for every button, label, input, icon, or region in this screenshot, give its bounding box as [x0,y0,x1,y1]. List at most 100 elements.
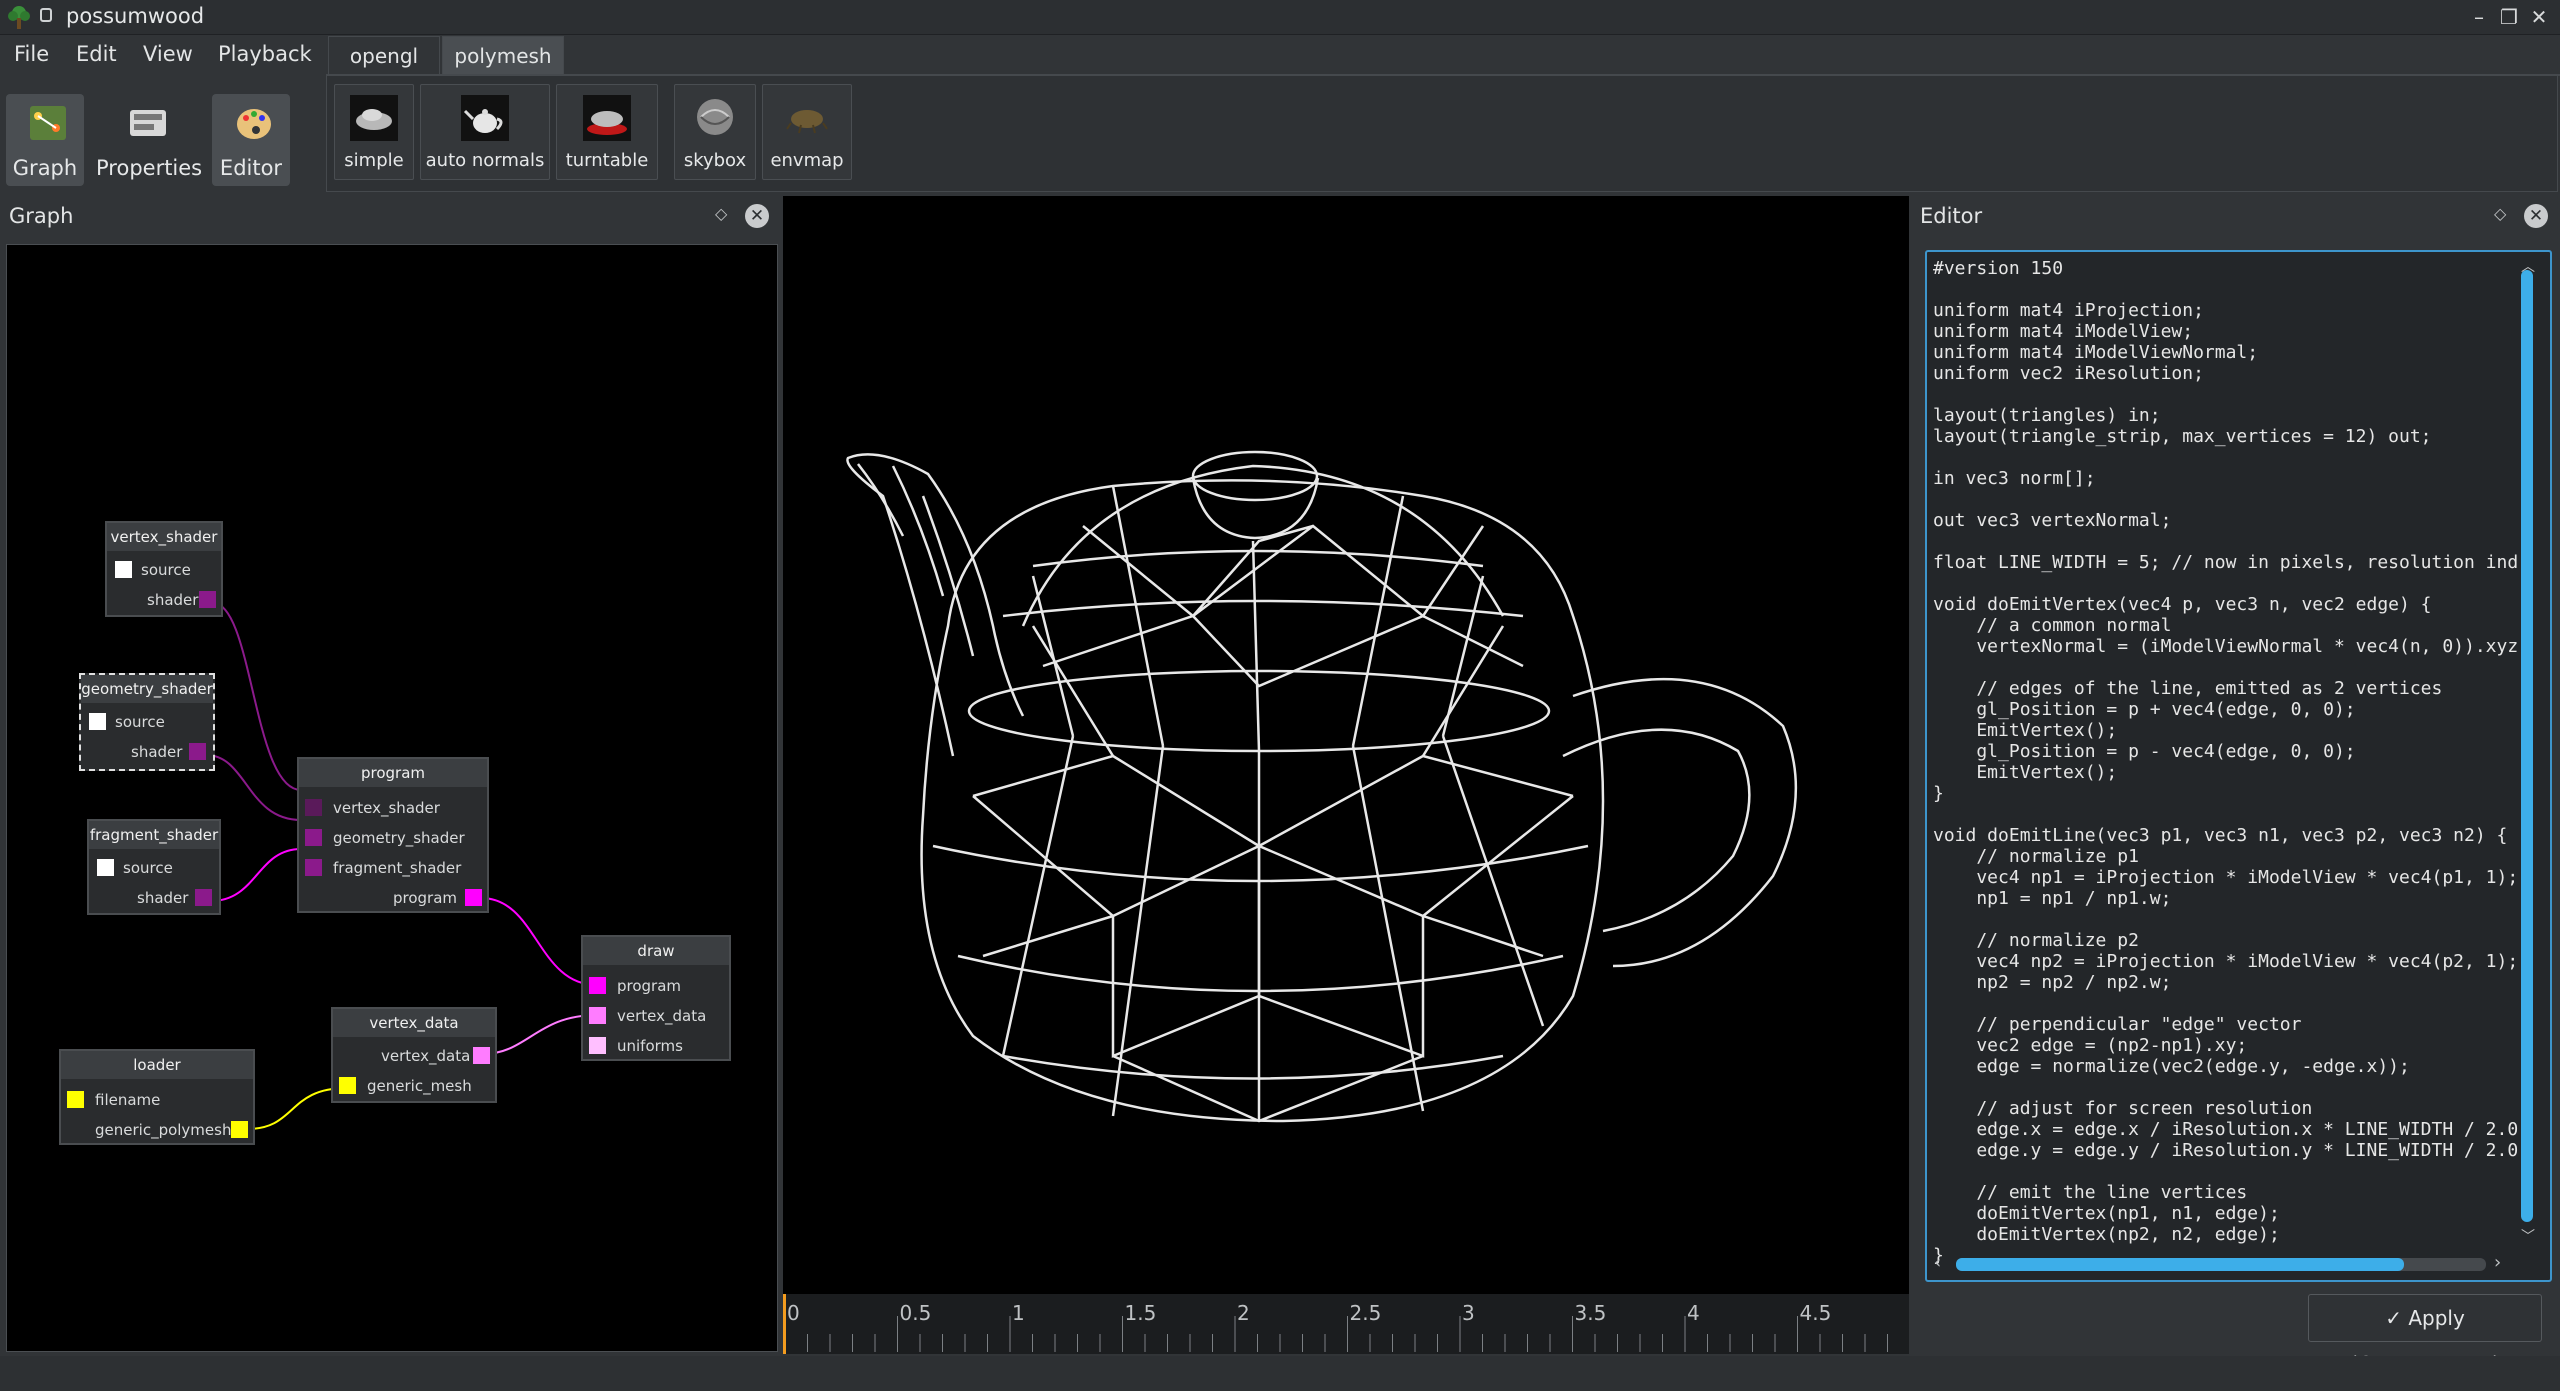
port-label: generic_polymesh [95,1121,232,1139]
program-output-icon[interactable] [465,889,482,906]
shader-code-editor[interactable]: #version 150 uniform mat4 iProjection; u… [1925,250,2552,1282]
loader-node[interactable]: loader filename generic_polymesh [59,1049,255,1145]
menu-playback[interactable]: Playback [218,42,312,66]
source-port-icon[interactable] [115,561,132,578]
port-label: shader [131,743,183,761]
shelf-envmap-button[interactable]: envmap [762,84,852,180]
port-label: vertex_data [617,1007,707,1025]
editor-panel-title: Editor [1920,204,1983,228]
port-label: geometry_shader [333,829,465,847]
timeline-tick-label: 4.5 [1800,1301,1832,1325]
wireframe-teapot-render [846,450,1798,1123]
scroll-down-icon[interactable]: ﹀ [2521,1226,2535,1246]
editor-tool-label: Editor [219,156,283,180]
node-title: program [299,759,487,787]
menu-view[interactable]: View [143,42,193,66]
menu-file[interactable]: File [14,42,49,66]
properties-tool-label: Properties [96,156,203,180]
timeline-ruler[interactable]: 0 0.5 1 1.5 2 2.5 3 3.5 4 4.5 [783,1294,1909,1354]
editor-close-icon[interactable]: ✕ [2524,204,2548,228]
source-port-icon[interactable] [97,859,114,876]
source-port-icon[interactable] [89,713,106,730]
node-title: geometry_shader [81,675,213,703]
connection-program [480,897,598,986]
shelf-auto-normals-label: auto normals [425,150,545,171]
timeline-tick-label: 1.5 [1125,1301,1157,1325]
geometry-shader-node[interactable]: geometry_shader source shader [79,673,215,771]
properties-tool-button[interactable]: Properties [96,94,203,186]
node-title: draw [583,937,729,965]
node-title: fragment_shader [89,821,219,849]
scroll-left-icon[interactable]: ‹ [1934,1252,1941,1273]
fragment-shader-node[interactable]: fragment_shader source shader [87,819,221,915]
tab-polymesh[interactable]: polymesh [442,36,564,74]
geometry-shader-input-icon[interactable] [305,829,322,846]
timeline-tick-label: 3.5 [1575,1301,1607,1325]
shelf-turntable-button[interactable]: turntable [556,84,658,180]
playhead-marker[interactable] [783,1294,786,1354]
port-label: shader [147,591,199,609]
shader-port-icon[interactable] [195,889,212,906]
code-text[interactable]: #version 150 uniform mat4 iProjection; u… [1933,258,2518,1266]
shelf-simple-button[interactable]: simple [334,84,414,180]
port-label: vertex_shader [333,799,440,817]
editor-tool-button[interactable]: Editor [212,94,290,186]
draw-node[interactable]: draw program vertex_data uniforms [581,935,731,1061]
maximize-button[interactable]: ❐ [2496,4,2522,30]
graph-tool-button[interactable]: Graph [6,94,84,186]
port-label: vertex_data [381,1047,471,1065]
program-node[interactable]: program vertex_shader geometry_shader fr… [297,757,489,913]
shelf-envmap-label: envmap [770,150,844,171]
port-label: program [617,977,682,995]
apply-button[interactable]: ✓ Apply (CTRL+Return) [2308,1294,2542,1376]
shader-port-icon[interactable] [189,743,206,760]
graph-float-icon[interactable]: ◇ [715,204,727,223]
shelf-skybox-button[interactable]: skybox [674,84,756,180]
timeline-tick-label: 0 [787,1301,800,1325]
checkmark-icon: ✓ [2385,1306,2409,1330]
status-bar [0,1356,2560,1391]
sphere-thumbnail-icon [691,95,739,141]
editor-float-icon[interactable]: ◇ [2494,204,2506,223]
program-input-icon[interactable] [589,977,606,994]
port-label: program [393,889,458,907]
teapot-thumbnail-icon [461,95,509,141]
vertex-data-input-icon[interactable] [589,1007,606,1024]
shelf-auto-normals-button[interactable]: auto normals [420,84,550,180]
vertex-shader-node[interactable]: vertex_shader source shader [105,521,223,617]
port-label: source [141,561,191,579]
port-label: generic_mesh [367,1077,472,1095]
vertex-data-node[interactable]: vertex_data vertex_data generic_mesh [331,1007,497,1103]
palette-icon [237,109,271,139]
mesh-output-icon[interactable] [231,1121,248,1138]
connection-vertex-data [482,1014,598,1055]
possum-tree-icon [8,6,30,29]
filename-port-icon[interactable] [67,1091,84,1108]
horizontal-scrollbar[interactable] [1956,1258,2404,1271]
vertical-scrollbar[interactable] [2521,270,2533,1222]
vertex-data-output-icon[interactable] [473,1047,490,1064]
close-button[interactable]: ✕ [2526,4,2552,30]
3d-viewport[interactable] [783,196,1909,1294]
generic-mesh-input-icon[interactable] [339,1077,356,1094]
menu-edit[interactable]: Edit [76,42,117,66]
port-label: fragment_shader [333,859,462,877]
port-label: filename [95,1091,161,1109]
minimize-button[interactable]: – [2466,4,2492,30]
tab-opengl[interactable]: opengl [328,36,440,74]
fragment-shader-input-icon[interactable] [305,859,322,876]
timeline-tick-label: 2 [1237,1301,1250,1325]
node-graph-canvas[interactable]: vertex_shader source shader geometry_sha… [6,244,778,1352]
pin-icon[interactable] [40,8,52,22]
vertex-shader-input-icon[interactable] [305,799,322,816]
graph-close-icon[interactable]: ✕ [745,204,769,228]
scroll-right-icon[interactable]: › [2494,1252,2501,1273]
title-bar: possumwood – ❐ ✕ [0,0,2560,35]
shelf-simple-label: simple [344,150,404,171]
car-thumbnail-icon [350,95,398,141]
timeline-tick-label: 3 [1462,1301,1475,1325]
uniforms-input-icon[interactable] [589,1037,606,1054]
shader-port-icon[interactable] [199,591,216,608]
timeline-tick-label: 2.5 [1350,1301,1382,1325]
shelf-skybox-label: skybox [683,150,747,171]
